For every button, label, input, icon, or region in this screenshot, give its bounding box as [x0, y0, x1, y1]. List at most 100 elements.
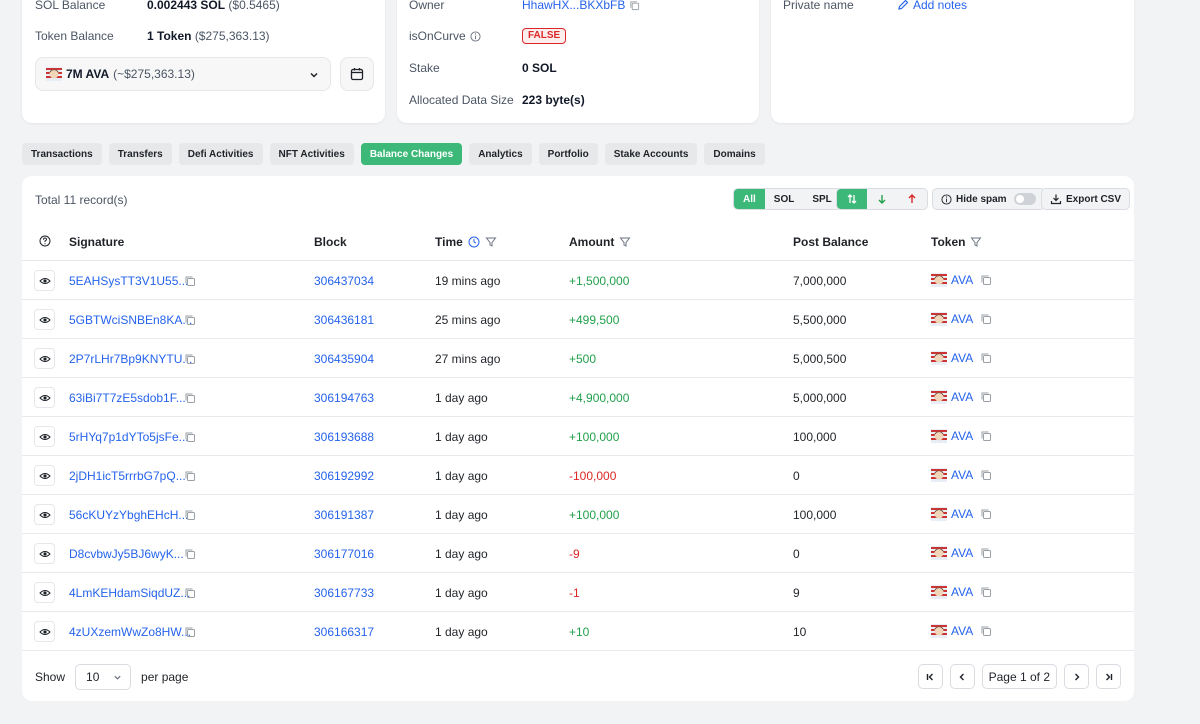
signature-link[interactable]: 4LmKEHdamSiqdUZ...	[69, 586, 190, 600]
ava-token-icon	[46, 67, 62, 81]
copy-icon[interactable]	[629, 0, 640, 11]
block-link[interactable]: 306435904	[314, 352, 374, 366]
post-balance-cell: 9	[793, 586, 800, 600]
copy-icon[interactable]	[184, 548, 196, 560]
block-link[interactable]: 306191387	[314, 508, 374, 522]
calendar-icon	[350, 68, 364, 81]
tab-stake-accounts[interactable]: Stake Accounts	[604, 143, 698, 165]
filter-icon[interactable]	[619, 236, 631, 248]
copy-icon[interactable]	[980, 508, 992, 520]
filter-all[interactable]: All	[734, 189, 765, 209]
copy-icon[interactable]	[184, 470, 196, 482]
copy-icon[interactable]	[980, 352, 992, 364]
copy-icon[interactable]	[184, 626, 196, 638]
block-link[interactable]: 306436181	[314, 313, 374, 327]
filter-sol[interactable]: SOL	[765, 189, 804, 209]
token-select[interactable]: 7M AVA (~$275,363.13)	[35, 57, 331, 91]
tab-analytics[interactable]: Analytics	[469, 143, 532, 165]
token-link[interactable]: AVA	[951, 273, 973, 287]
view-details-button[interactable]	[34, 426, 55, 447]
signature-link[interactable]: 63iBi7T7zE5sdob1F...	[69, 391, 186, 405]
next-page-button[interactable]	[1064, 664, 1089, 689]
ava-token-icon	[931, 624, 947, 638]
clock-icon[interactable]	[468, 236, 480, 248]
copy-icon[interactable]	[980, 625, 992, 637]
block-link[interactable]: 306177016	[314, 547, 374, 561]
tab-transactions[interactable]: Transactions	[22, 143, 102, 165]
calendar-button[interactable]	[340, 57, 374, 91]
block-link[interactable]: 306167733	[314, 586, 374, 600]
tab-transfers[interactable]: Transfers	[108, 143, 172, 165]
filter-incoming[interactable]	[867, 189, 897, 209]
view-details-button[interactable]	[34, 465, 55, 486]
token-link[interactable]: AVA	[951, 624, 973, 638]
page-size-select[interactable]: 10	[75, 664, 132, 690]
copy-icon[interactable]	[184, 431, 196, 443]
view-details-button[interactable]	[34, 582, 55, 603]
header-help[interactable]	[39, 235, 51, 247]
tab-domains[interactable]: Domains	[704, 143, 765, 165]
view-details-button[interactable]	[34, 387, 55, 408]
first-page-button[interactable]	[917, 664, 943, 689]
copy-icon[interactable]	[184, 587, 196, 599]
token-link[interactable]: AVA	[951, 390, 973, 404]
view-details-button[interactable]	[34, 348, 55, 369]
signature-link[interactable]: D8cvbwJy5BJ6wyK...	[69, 547, 184, 561]
signature-link[interactable]: 5GBTWciSNBEn8KA...	[69, 313, 192, 327]
copy-icon[interactable]	[184, 275, 196, 287]
block-link[interactable]: 306437034	[314, 274, 374, 288]
filter-outgoing[interactable]	[897, 189, 927, 209]
tab-balance-changes[interactable]: Balance Changes	[360, 143, 463, 165]
token-link[interactable]: AVA	[951, 546, 973, 560]
signature-link[interactable]: 5EAHSysTT3V1U55...	[69, 274, 188, 288]
signature-link[interactable]: 56cKUYzYbghEHcH...	[69, 508, 188, 522]
info-icon[interactable]	[470, 30, 481, 42]
signature-link[interactable]: 2jDH1icT5rrrbG7pQ...	[69, 469, 186, 483]
copy-icon[interactable]	[980, 547, 992, 559]
block-link[interactable]: 306193688	[314, 430, 374, 444]
token-link[interactable]: AVA	[951, 585, 973, 599]
tab-portfolio[interactable]: Portfolio	[538, 143, 598, 165]
copy-icon[interactable]	[184, 392, 196, 404]
view-details-button[interactable]	[34, 504, 55, 525]
signature-link[interactable]: 5rHYq7p1dYTo5jsFe...	[69, 430, 189, 444]
owner-link[interactable]: HhawHX...BKXbFB	[522, 0, 625, 12]
prev-page-button[interactable]	[949, 664, 975, 689]
block-link[interactable]: 306194763	[314, 391, 374, 405]
copy-icon[interactable]	[184, 509, 196, 521]
tab-defi-activities[interactable]: Defi Activities	[178, 143, 263, 165]
tab-nft-activities[interactable]: NFT Activities	[269, 143, 354, 165]
view-details-button[interactable]	[34, 270, 55, 291]
view-details-button[interactable]	[34, 543, 55, 564]
time-cell: 1 day ago	[435, 625, 488, 639]
signature-link[interactable]: 4zUXzemWwZo8HW...	[69, 625, 191, 639]
token-link[interactable]: AVA	[951, 507, 973, 521]
filter-icon[interactable]	[485, 236, 497, 248]
copy-icon[interactable]	[184, 353, 196, 365]
view-details-button[interactable]	[34, 621, 55, 642]
token-link[interactable]: AVA	[951, 351, 973, 365]
add-notes-button[interactable]: Add notes	[897, 0, 967, 12]
token-link[interactable]: AVA	[951, 312, 973, 326]
token-link[interactable]: AVA	[951, 468, 973, 482]
block-link[interactable]: 306166317	[314, 625, 374, 639]
block-link[interactable]: 306192992	[314, 469, 374, 483]
copy-icon[interactable]	[980, 313, 992, 325]
copy-icon[interactable]	[980, 391, 992, 403]
copy-icon[interactable]	[184, 314, 196, 326]
filter-icon[interactable]	[970, 236, 982, 248]
last-page-button[interactable]	[1096, 664, 1121, 689]
signature-link[interactable]: 2P7rLHr7Bp9KNYTU...	[69, 352, 192, 366]
filter-both-direction[interactable]	[837, 189, 867, 209]
token-link[interactable]: AVA	[951, 429, 973, 443]
eye-icon	[38, 548, 51, 560]
copy-icon[interactable]	[980, 469, 992, 481]
copy-icon[interactable]	[980, 274, 992, 286]
hide-spam-toggle[interactable]: Hide spam	[932, 188, 1045, 210]
export-csv-button[interactable]: Export CSV	[1041, 188, 1131, 210]
hide-spam-switch[interactable]	[1013, 193, 1036, 205]
time-cell: 25 mins ago	[435, 313, 501, 327]
copy-icon[interactable]	[980, 586, 992, 598]
view-details-button[interactable]	[34, 309, 55, 330]
copy-icon[interactable]	[980, 430, 992, 442]
